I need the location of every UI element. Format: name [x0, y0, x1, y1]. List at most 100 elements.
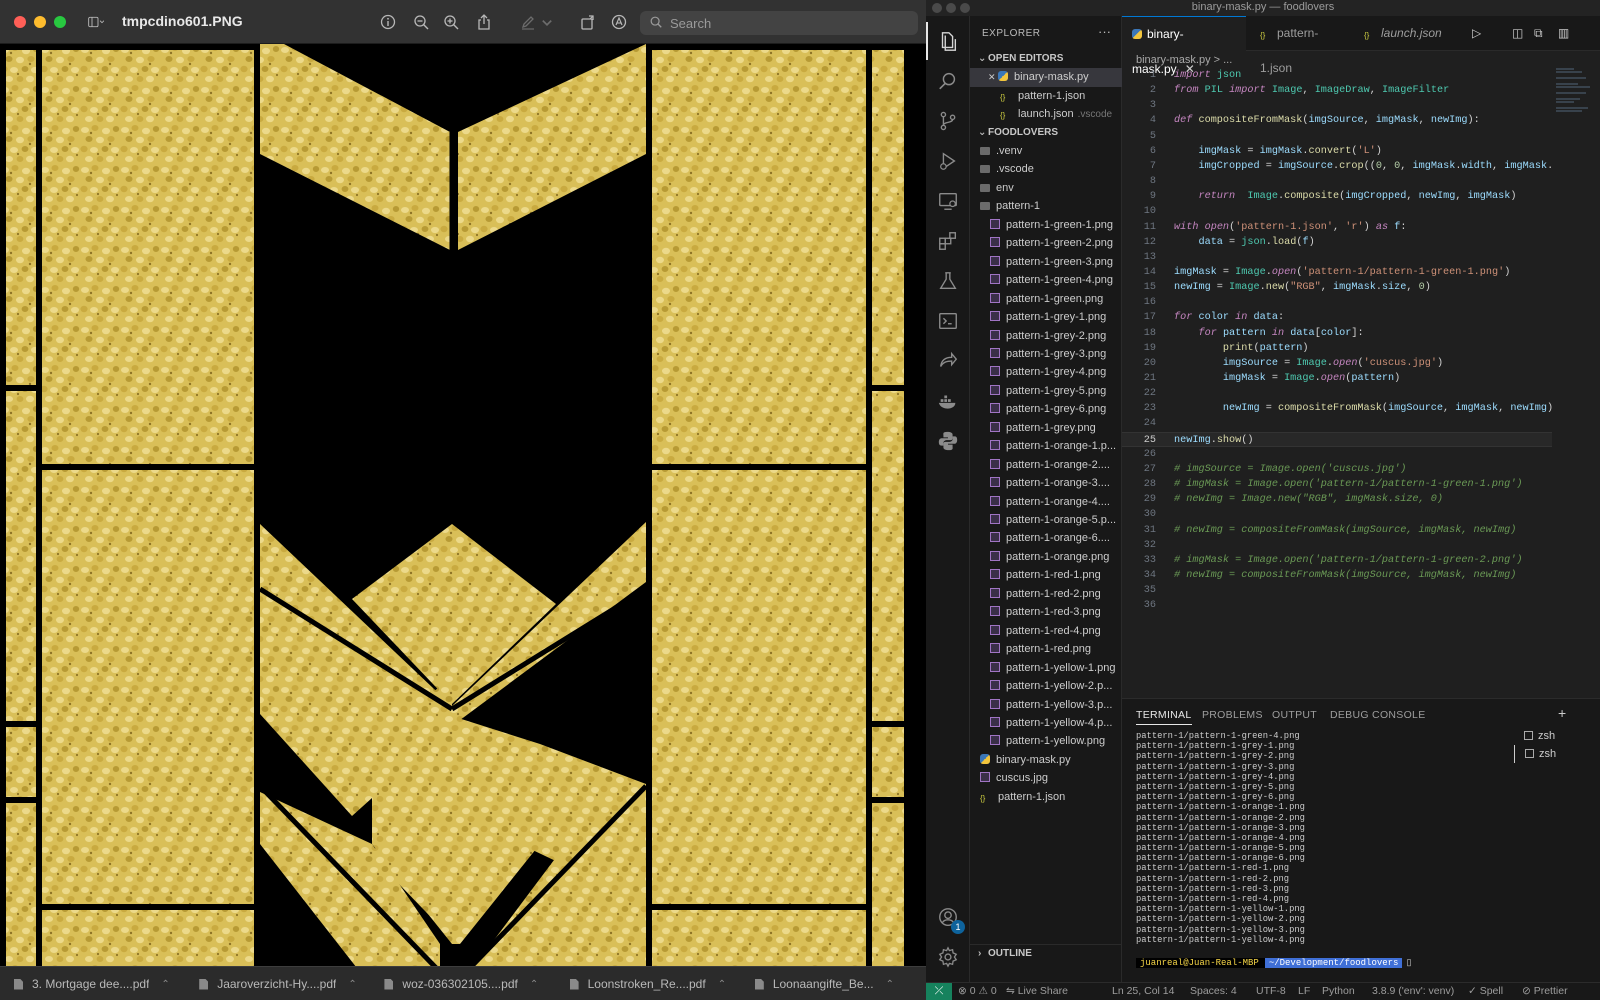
zoom-out-icon[interactable]: [410, 11, 432, 33]
annotate-icon[interactable]: [608, 11, 630, 33]
docker-icon[interactable]: [935, 388, 961, 414]
folder-item[interactable]: pattern-1: [970, 197, 1122, 216]
run-debug-icon[interactable]: [935, 148, 961, 174]
file-item[interactable]: {} pattern-1.json: [970, 788, 1122, 807]
file-item[interactable]: pattern-1-orange-2....: [970, 456, 1122, 475]
download-item[interactable]: Loonaangifte_Be... ⌃: [741, 967, 926, 1000]
file-item[interactable]: pattern-1-green-2.png: [970, 234, 1122, 253]
file-item[interactable]: pattern-1-yellow-3.p...: [970, 696, 1122, 715]
run-file-icon[interactable]: ▷: [1472, 26, 1481, 40]
live-share-icon[interactable]: [935, 348, 961, 374]
search-field[interactable]: [640, 11, 918, 35]
outline-section[interactable]: › OUTLINE: [970, 944, 1122, 962]
encoding-status[interactable]: UTF-8: [1256, 985, 1286, 997]
info-icon[interactable]: [377, 11, 399, 33]
download-item[interactable]: Jaaroverzicht-Hy....pdf ⌃: [185, 967, 370, 1000]
settings-gear-icon[interactable]: [935, 944, 961, 970]
folder-item[interactable]: .vscode: [970, 160, 1122, 179]
remote-explorer-icon[interactable]: [935, 188, 961, 214]
editor-tab[interactable]: {} pattern-1.json: [1250, 16, 1350, 75]
explorer-icon[interactable]: [926, 22, 961, 60]
download-item[interactable]: Loonstroken_Re....pdf ⌃: [556, 967, 741, 1000]
file-item[interactable]: pattern-1-yellow-1.png: [970, 659, 1122, 678]
close-window-button[interactable]: [14, 16, 26, 28]
file-item[interactable]: pattern-1-orange-4....: [970, 493, 1122, 512]
file-item[interactable]: cuscus.jpg: [970, 769, 1122, 788]
file-item[interactable]: pattern-1-yellow.png: [970, 732, 1122, 751]
file-item[interactable]: pattern-1-red.png: [970, 640, 1122, 659]
new-terminal-icon[interactable]: +: [1558, 705, 1566, 721]
image-canvas[interactable]: [0, 44, 926, 972]
layout-icon[interactable]: ▥: [1558, 26, 1569, 40]
terminal-prompt[interactable]: juanreal@Juan-Real-MBP ~/Development/food…: [1136, 958, 1411, 970]
panel-tab-output[interactable]: OUTPUT: [1272, 709, 1317, 721]
file-item[interactable]: pattern-1-grey-5.png: [970, 382, 1122, 401]
language-status[interactable]: Python: [1322, 985, 1355, 997]
file-item[interactable]: pattern-1-grey-3.png: [970, 345, 1122, 364]
breadcrumb[interactable]: binary-mask.py > ...: [1136, 52, 1232, 68]
live-share-status[interactable]: ⇋ Live Share: [1006, 985, 1068, 997]
file-item[interactable]: pattern-1-orange-1.p...: [970, 437, 1122, 456]
panel-tab-problems[interactable]: PROBLEMS: [1202, 709, 1263, 721]
file-item[interactable]: pattern-1-green-1.png: [970, 216, 1122, 235]
panel-tab-debug-console[interactable]: DEBUG CONSOLE: [1330, 709, 1426, 721]
project-section[interactable]: ⌄ FOODLOVERS: [970, 124, 1122, 142]
minimap[interactable]: [1556, 68, 1590, 128]
chevron-up-icon[interactable]: ⌃: [718, 979, 726, 990]
file-item[interactable]: pattern-1-green.png: [970, 290, 1122, 309]
chevron-up-icon[interactable]: ⌃: [348, 979, 356, 990]
file-item[interactable]: pattern-1-red-4.png: [970, 622, 1122, 641]
chevron-up-icon[interactable]: ⌃: [886, 979, 894, 990]
chevron-up-icon[interactable]: ⌃: [530, 979, 538, 990]
search-icon[interactable]: [935, 68, 961, 94]
download-item[interactable]: 3. Mortgage dee....pdf ⌃: [0, 967, 185, 1000]
file-item[interactable]: pattern-1-grey-4.png: [970, 363, 1122, 382]
interpreter-status[interactable]: 3.8.9 ('env': venv): [1372, 985, 1454, 997]
download-item[interactable]: woz-036302105....pdf ⌃: [370, 967, 555, 1000]
file-item[interactable]: pattern-1-red-3.png: [970, 603, 1122, 622]
terminal-shell-item[interactable]: zsh: [1514, 727, 1600, 745]
file-item[interactable]: pattern-1-orange.png: [970, 548, 1122, 567]
terminal-output[interactable]: pattern-1/pattern-1-green-4.png pattern-1…: [1136, 731, 1506, 981]
file-item[interactable]: pattern-1-grey.png: [970, 419, 1122, 438]
python-icon[interactable]: [935, 428, 961, 454]
testing-icon[interactable]: [935, 268, 961, 294]
compare-icon[interactable]: ⧉: [1534, 26, 1543, 41]
terminal-shell-item[interactable]: zsh: [1514, 745, 1600, 763]
sidebar-toggle-icon[interactable]: [80, 11, 112, 33]
file-item[interactable]: pattern-1-yellow-4.p...: [970, 714, 1122, 733]
source-control-icon[interactable]: [935, 108, 961, 134]
file-item[interactable]: pattern-1-grey-1.png: [970, 308, 1122, 327]
indentation-status[interactable]: Spaces: 4: [1190, 985, 1237, 997]
file-item[interactable]: pattern-1-red-2.png: [970, 585, 1122, 604]
eol-status[interactable]: LF: [1298, 985, 1310, 997]
chevron-up-icon[interactable]: ⌃: [161, 979, 169, 990]
share-icon[interactable]: [473, 11, 495, 33]
cursor-position[interactable]: Ln 25, Col 14: [1112, 985, 1174, 997]
remote-indicator-icon[interactable]: ⤫: [926, 983, 952, 1000]
minimize-window-button[interactable]: [34, 16, 46, 28]
chevron-down-icon[interactable]: [540, 11, 554, 33]
more-actions-icon[interactable]: ···: [1098, 24, 1111, 39]
zoom-window-button[interactable]: [54, 16, 66, 28]
open-editor-item[interactable]: {} pattern-1.json: [970, 87, 1122, 106]
open-editor-item[interactable]: {} launch.json .vscode: [970, 105, 1122, 124]
close-icon[interactable]: ✕: [988, 72, 998, 82]
problems-status[interactable]: ⊗ 0 ⚠ 0: [958, 985, 997, 997]
folder-item[interactable]: env: [970, 179, 1122, 198]
search-input[interactable]: [670, 14, 910, 32]
prettier-status[interactable]: ⊘ Prettier: [1522, 985, 1568, 997]
file-item[interactable]: binary-mask.py: [970, 751, 1122, 770]
file-item[interactable]: pattern-1-green-4.png: [970, 271, 1122, 290]
panel-tab-terminal[interactable]: TERMINAL: [1136, 709, 1192, 725]
file-item[interactable]: pattern-1-orange-6....: [970, 529, 1122, 548]
extensions-icon[interactable]: [935, 228, 961, 254]
markup-pen-icon[interactable]: [517, 11, 539, 33]
editor-tab[interactable]: binary-mask.py ✕: [1122, 16, 1246, 76]
spell-status[interactable]: ✓ Spell: [1468, 985, 1503, 997]
folder-item[interactable]: .venv: [970, 142, 1122, 161]
file-item[interactable]: pattern-1-yellow-2.p...: [970, 677, 1122, 696]
rotate-icon[interactable]: [577, 11, 599, 33]
split-editor-icon[interactable]: ◫: [1512, 26, 1523, 40]
file-item[interactable]: pattern-1-grey-6.png: [970, 400, 1122, 419]
